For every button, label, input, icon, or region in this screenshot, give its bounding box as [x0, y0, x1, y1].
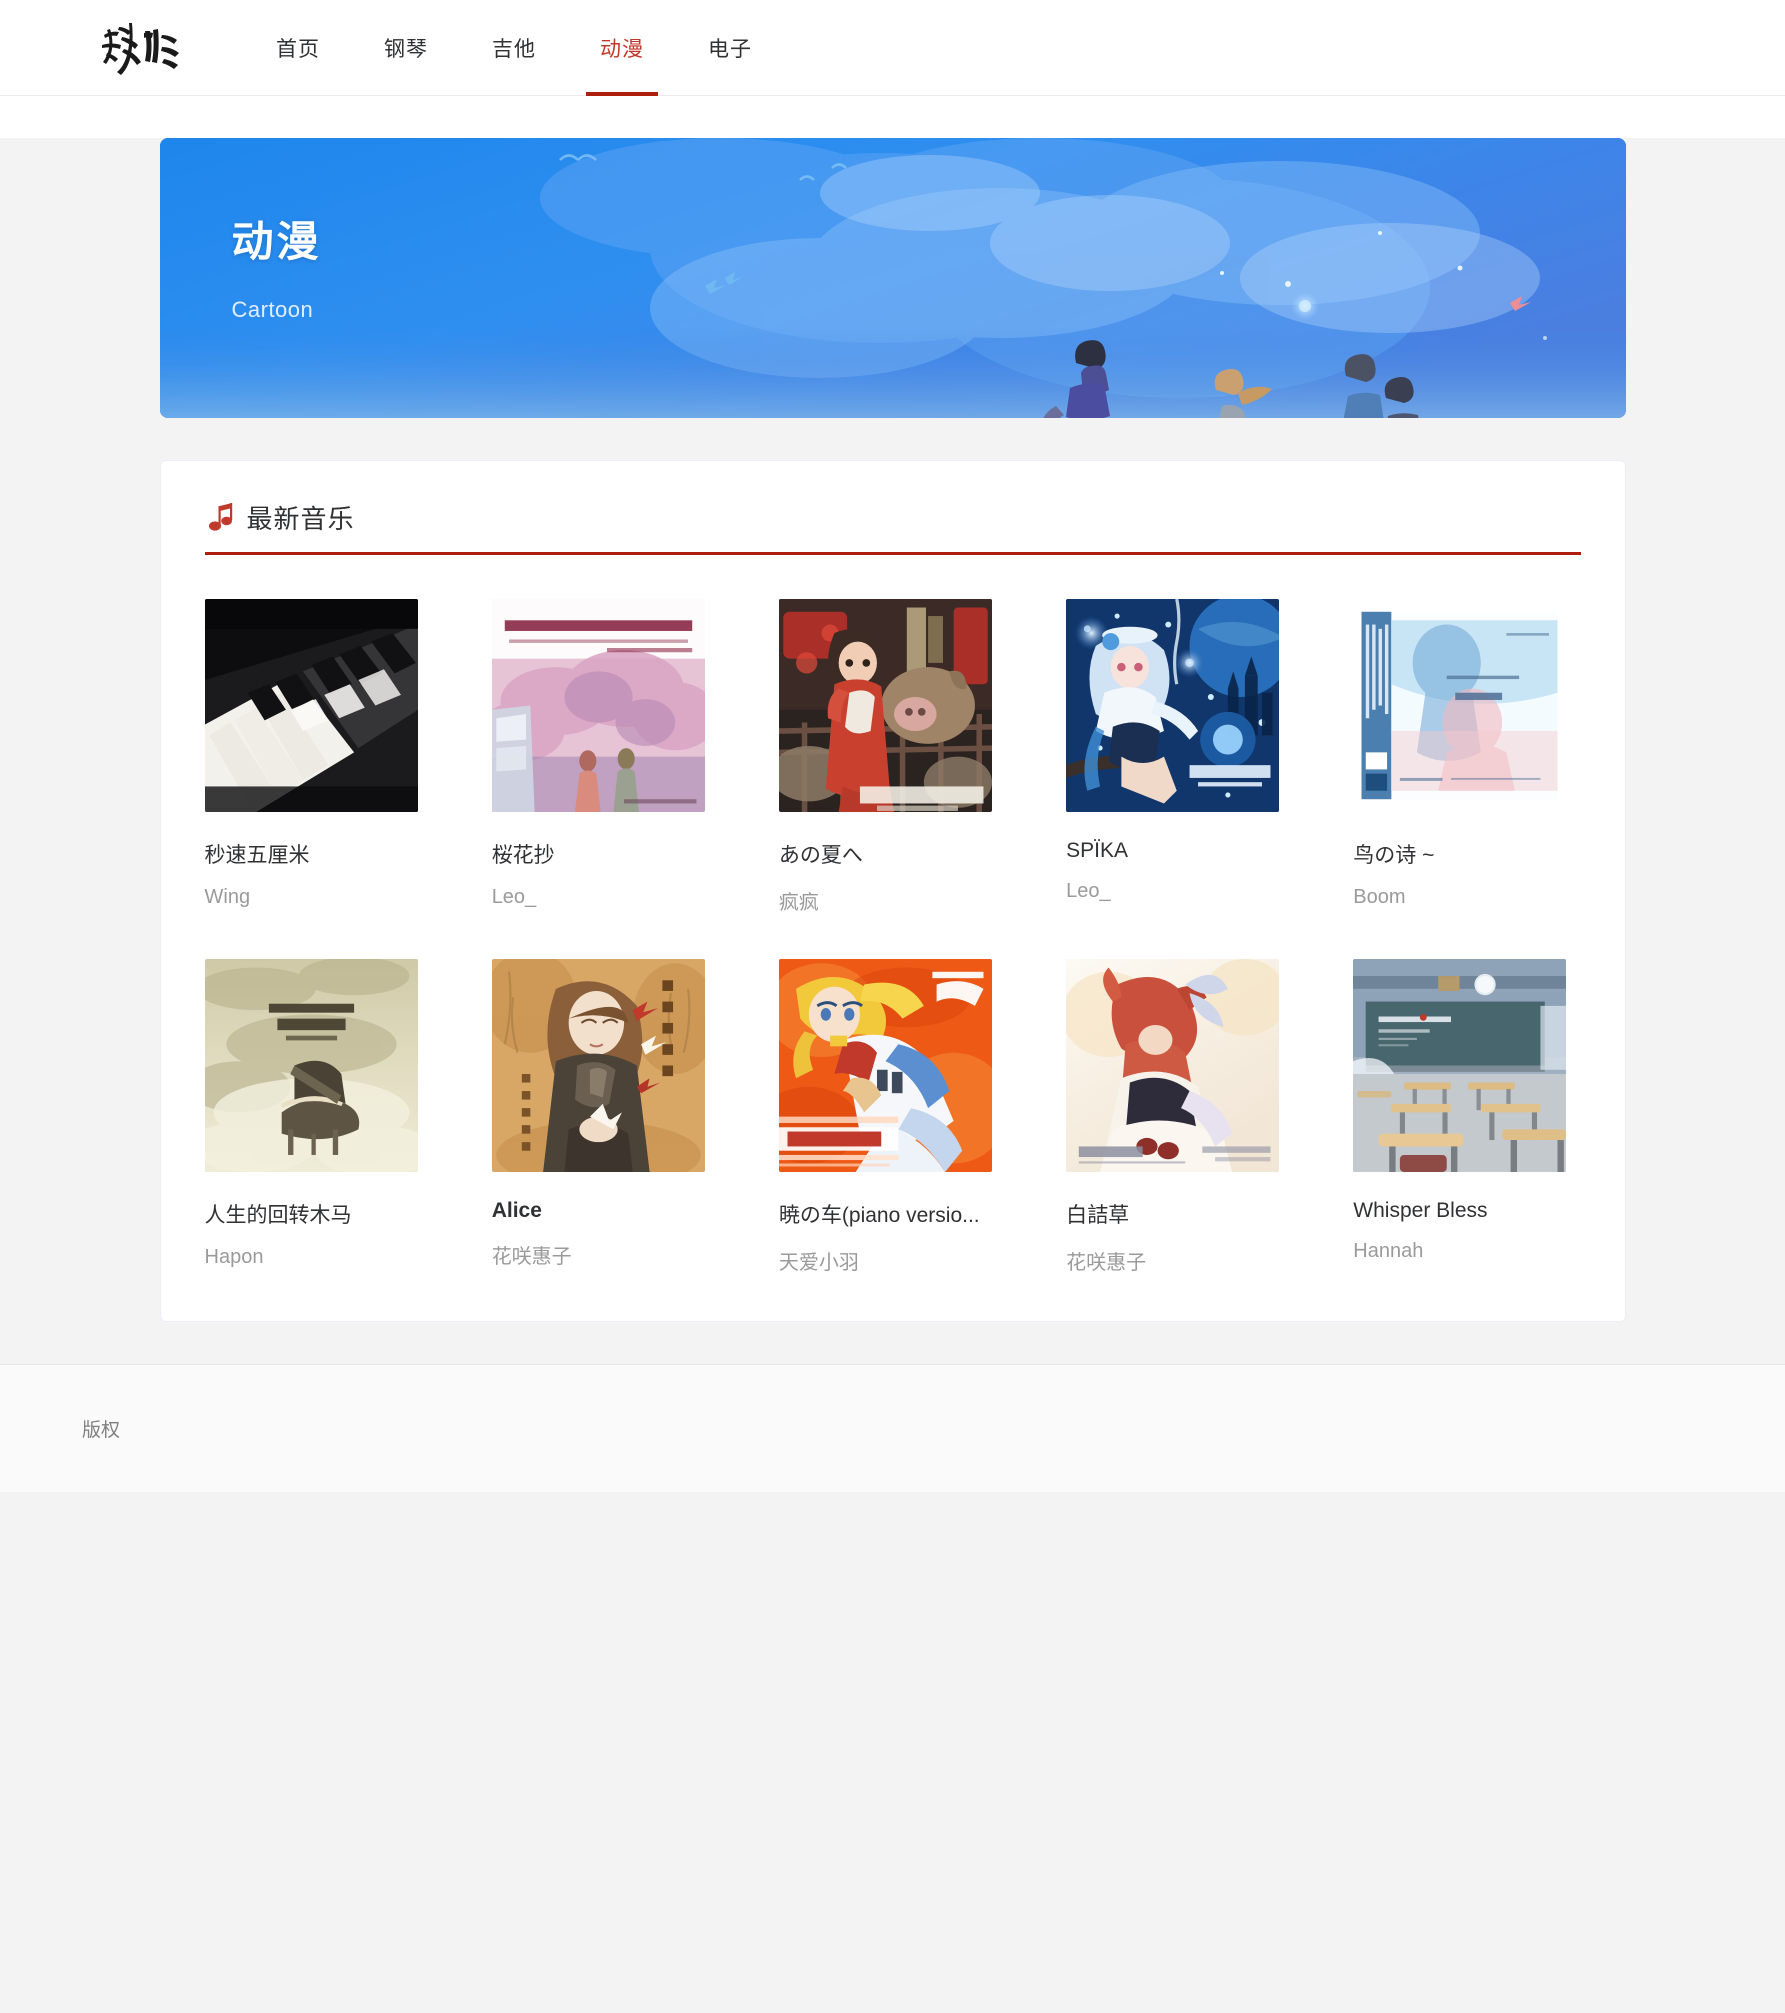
- album-cover-akatsuki-no-kuruma[interactable]: [778, 959, 992, 1172]
- song-artist: 花咲惠子: [1066, 1252, 1147, 1274]
- song-artist: 天爱小羽: [778, 1252, 859, 1274]
- song-card[interactable]: Alice 花咲惠子: [491, 959, 719, 1275]
- song-title: 鸟の诗 ~: [1353, 844, 1435, 867]
- nav-item-piano[interactable]: 钢琴: [352, 0, 460, 96]
- album-cover-kaeshiuta-sepia[interactable]: [491, 959, 705, 1172]
- album-cover-5cm-per-second[interactable]: [491, 599, 705, 812]
- song-card[interactable]: 桜花抄 Leo_: [491, 599, 719, 915]
- banner-text-block: 动漫 Cartoon: [232, 208, 322, 323]
- category-banner: 动漫 Cartoon: [159, 138, 1626, 418]
- song-artist: Leo_: [491, 886, 537, 908]
- copyright-text: 版权: [82, 1420, 121, 1441]
- banner-subtitle: Cartoon: [231, 297, 314, 322]
- content-wrapper: 动漫 Cartoon 最新音乐 秒速五厘米 Wing 桜花抄 Leo_ あの夏へ…: [159, 138, 1626, 1322]
- album-cover-clannad-ost[interactable]: [1066, 959, 1280, 1172]
- nav-item-guitar[interactable]: 吉他: [460, 0, 568, 96]
- song-card[interactable]: 秒速五厘米 Wing: [204, 599, 432, 915]
- music-note-icon: [208, 502, 232, 531]
- album-cover-lengsel-blue[interactable]: [1066, 599, 1280, 812]
- nav-label: 动漫: [600, 37, 644, 61]
- section-title: 最新音乐: [246, 504, 355, 534]
- spirited-away-icon: [778, 599, 992, 812]
- song-card[interactable]: SPÏKA Leo_: [1066, 599, 1293, 915]
- classroom-album-icon: [1353, 959, 1567, 1172]
- song-title: あの夏へ: [778, 844, 863, 867]
- calligraphy-logo-icon: [102, 22, 179, 75]
- top-navbar: 首页 钢琴 吉他 动漫 电子: [0, 0, 1785, 96]
- banner-title: 动漫: [231, 218, 322, 265]
- nav-label: 吉他: [492, 37, 536, 61]
- song-title: 暁の车(piano versio...: [778, 1204, 980, 1227]
- sepia-girl-album-icon: [491, 959, 705, 1172]
- song-card[interactable]: 暁の车(piano versio... 天爱小羽: [778, 959, 1006, 1275]
- song-card[interactable]: あの夏へ 疯疯: [778, 599, 1006, 915]
- song-card[interactable]: 鸟の诗 ~ Boom: [1353, 599, 1580, 915]
- song-artist: Leo_: [1066, 880, 1111, 902]
- album-cover-classroom[interactable]: [1353, 959, 1567, 1172]
- song-card[interactable]: 人生的回转木马 Hapon: [204, 959, 432, 1275]
- song-title: 白詰草: [1066, 1204, 1130, 1227]
- nav-item-list: 首页 钢琴 吉他 动漫 电子: [244, 0, 784, 96]
- page-body: 动漫 Cartoon 最新音乐 秒速五厘米 Wing 桜花抄 Leo_ あの夏へ…: [0, 138, 1785, 2013]
- refeel-album-icon: [1353, 599, 1567, 812]
- blue-anime-album-icon: [1066, 599, 1280, 812]
- nav-item-home[interactable]: 首页: [244, 0, 352, 96]
- nav-label: 钢琴: [384, 37, 428, 61]
- song-artist: 疯疯: [778, 892, 819, 914]
- song-title: 人生的回转木马: [204, 1204, 352, 1227]
- sakura-album-icon: [491, 599, 705, 812]
- page-tail-space: [0, 1492, 1785, 2012]
- gundam-orange-album-icon: [778, 959, 992, 1172]
- freedom-album-icon: [204, 959, 418, 1172]
- album-cover-hisaishi-freedom[interactable]: [204, 959, 418, 1172]
- section-header: 最新音乐: [205, 499, 1581, 536]
- nav-item-anime[interactable]: 动漫: [568, 0, 676, 96]
- latest-music-card: 最新音乐 秒速五厘米 Wing 桜花抄 Leo_ あの夏へ 疯疯 SPÏKA L…: [159, 460, 1626, 1322]
- song-card[interactable]: Whisper Bless Hannah: [1353, 959, 1580, 1275]
- song-artist: Hapon: [204, 1246, 264, 1268]
- site-footer: 版权: [0, 1364, 1785, 1492]
- section-divider: [204, 552, 1581, 555]
- song-artist: Boom: [1353, 886, 1406, 908]
- song-grid: 秒速五厘米 Wing 桜花抄 Leo_ あの夏へ 疯疯 SPÏKA Leo_ 鸟…: [204, 599, 1581, 1275]
- song-title: 秒速五厘米: [204, 844, 310, 867]
- nav-label: 电子: [708, 37, 752, 61]
- nav-item-electronic[interactable]: 电子: [676, 0, 784, 96]
- clannad-album-icon: [1066, 959, 1280, 1172]
- song-artist: Hannah: [1353, 1240, 1424, 1262]
- song-title: 桜花抄: [491, 844, 555, 867]
- song-artist: Wing: [204, 886, 251, 908]
- nav-label: 首页: [276, 37, 320, 61]
- song-card[interactable]: 白詰草 花咲惠子: [1066, 959, 1293, 1275]
- album-cover-piano-keys[interactable]: [204, 599, 418, 812]
- song-title: Whisper Bless: [1353, 1199, 1488, 1222]
- piano-keys-icon: [204, 599, 418, 812]
- song-artist: 花咲惠子: [491, 1246, 572, 1268]
- site-logo[interactable]: [98, 21, 184, 75]
- song-title: SPÏKA: [1066, 839, 1128, 862]
- banner-artwork-icon: [159, 138, 1626, 418]
- album-cover-spirited-away[interactable]: [778, 599, 992, 812]
- song-title: Alice: [491, 1199, 542, 1222]
- album-cover-re-feel[interactable]: [1353, 599, 1567, 812]
